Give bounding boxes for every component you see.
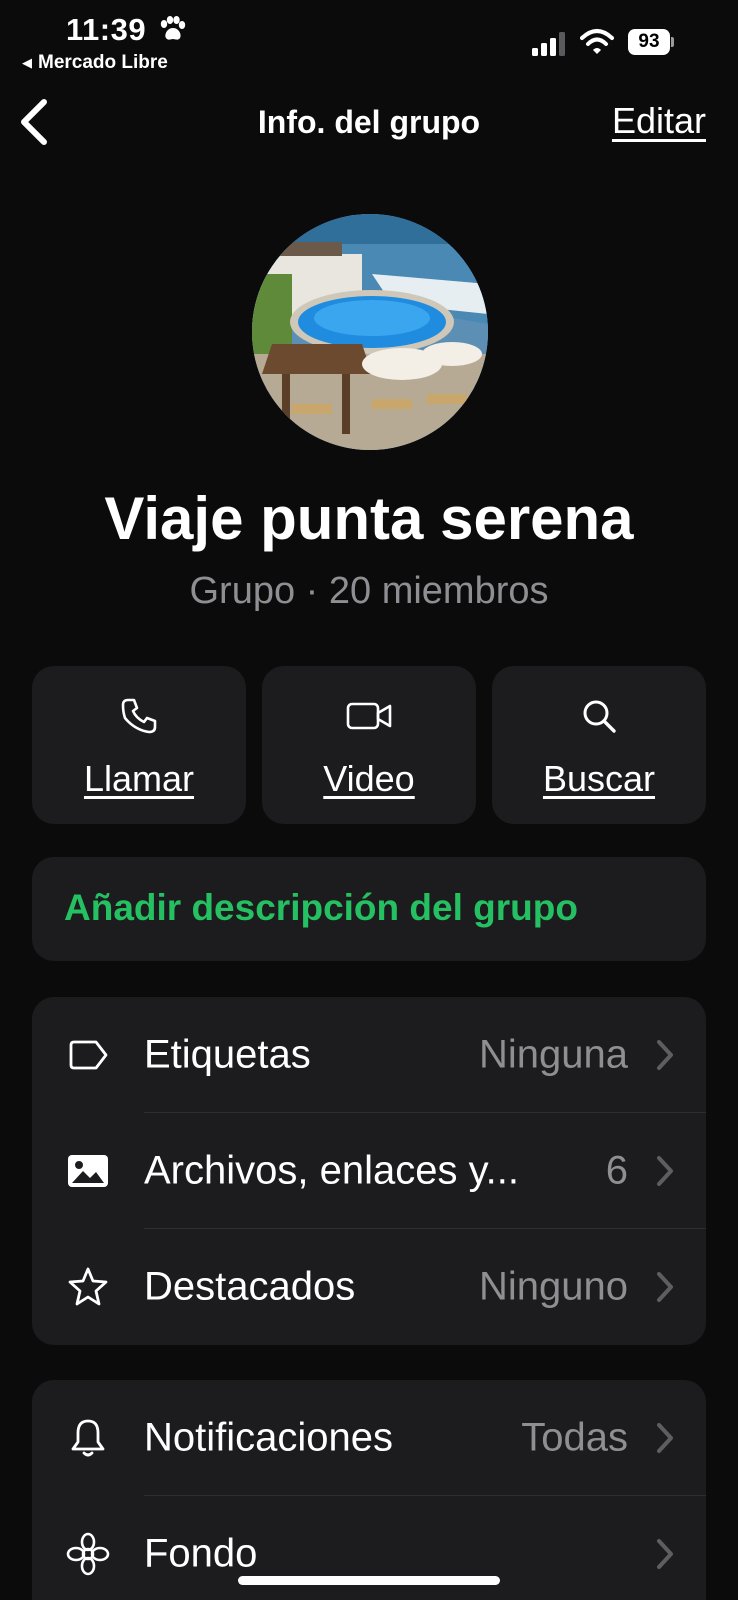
row-value-notifications: Todas: [521, 1415, 628, 1460]
info-section: Etiquetas Ninguna Archivos, enlaces y...…: [32, 997, 706, 1345]
edit-button[interactable]: Editar: [612, 100, 706, 142]
video-label: Video: [323, 758, 415, 799]
back-app-label: Mercado Libre: [38, 52, 168, 73]
status-bar: 11:39 ◀ Mercado Libre 93: [0, 0, 738, 80]
row-value-labels: Ninguna: [478, 1032, 628, 1077]
bell-icon: [71, 1419, 105, 1457]
star-icon: [68, 1267, 108, 1306]
back-triangle-icon: ◀: [22, 55, 32, 70]
group-members-count: Grupo · 20 miembros: [189, 570, 549, 612]
tag-icon: [69, 1040, 108, 1070]
call-button[interactable]: Llamar: [32, 666, 246, 824]
chevron-right-icon: [657, 1423, 673, 1453]
row-label-notifications: Notificaciones: [144, 1415, 394, 1460]
quick-actions: Llamar Video Buscar: [32, 666, 706, 824]
row-starred[interactable]: Destacados Ninguno: [32, 1229, 706, 1345]
status-time: 11:39: [66, 12, 147, 47]
row-label-wallpaper: Fondo: [144, 1531, 258, 1576]
group-name[interactable]: Viaje punta serena: [0, 484, 738, 553]
chevron-right-icon: [657, 1272, 673, 1302]
cellular-signal-icon: [532, 32, 565, 56]
battery-indicator: 93: [628, 29, 674, 55]
row-label-media: Archivos, enlaces y...: [144, 1148, 519, 1193]
group-avatar[interactable]: [252, 214, 488, 450]
paw-icon: [160, 16, 186, 40]
add-description-button[interactable]: Añadir descripción del grupo: [32, 857, 706, 961]
row-media[interactable]: Archivos, enlaces y... 6: [32, 1113, 706, 1229]
video-icon: [346, 702, 392, 730]
chevron-right-icon: [657, 1156, 673, 1186]
search-icon: [583, 700, 616, 733]
back-chevron-icon[interactable]: [14, 96, 54, 148]
chevron-right-icon: [657, 1040, 673, 1070]
home-indicator[interactable]: [238, 1576, 500, 1585]
call-label: Llamar: [83, 758, 195, 799]
video-button[interactable]: Video: [262, 666, 476, 824]
image-icon: [68, 1155, 108, 1187]
wifi-icon: [580, 29, 614, 54]
avatar-photo: [252, 214, 488, 450]
back-to-app-link[interactable]: ◀ Mercado Libre: [22, 52, 168, 74]
chevron-right-icon: [657, 1539, 673, 1569]
group-info-screen: 11:39 ◀ Mercado Libre 93 Info. del grupo…: [0, 0, 738, 1600]
row-label-starred: Destacados: [144, 1264, 356, 1309]
settings-section: Notificaciones Todas Fondo: [32, 1380, 706, 1600]
flower-icon: [66, 1532, 110, 1576]
row-labels[interactable]: Etiquetas Ninguna: [32, 997, 706, 1113]
row-label-labels: Etiquetas: [144, 1032, 311, 1077]
search-button[interactable]: Buscar: [492, 666, 706, 824]
search-label: Buscar: [542, 758, 656, 799]
row-notifications[interactable]: Notificaciones Todas: [32, 1380, 706, 1496]
row-value-media: 6: [605, 1148, 628, 1193]
battery-level: 93: [628, 29, 670, 55]
phone-icon: [121, 698, 157, 734]
row-value-starred: Ninguno: [478, 1264, 628, 1309]
add-description-label: Añadir descripción del grupo: [64, 887, 578, 928]
